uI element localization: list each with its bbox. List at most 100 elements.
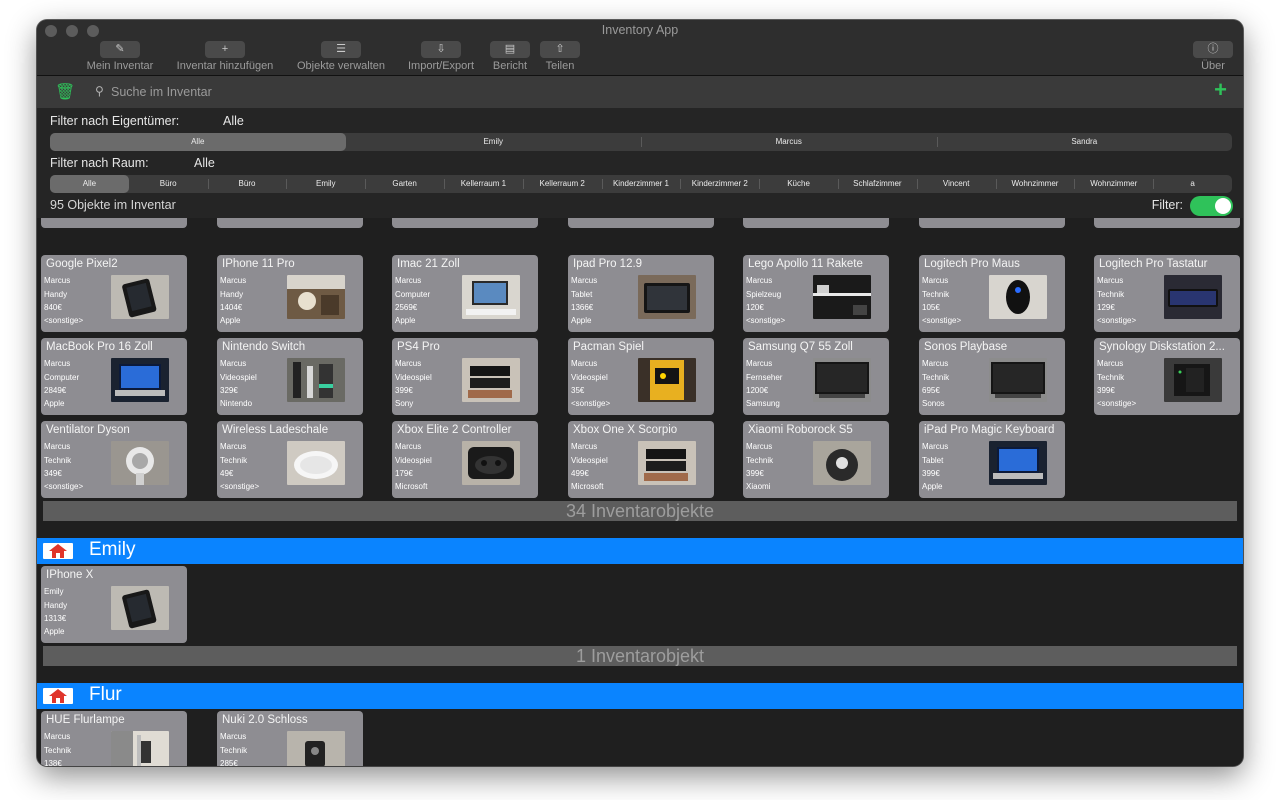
card-brand: Samsung bbox=[746, 399, 780, 408]
inventory-card[interactable]: HUE FlurlampeMarcusTechnik138€Philips HU… bbox=[41, 711, 187, 766]
card-category: Videospiel bbox=[395, 373, 432, 382]
room-segment[interactable]: Vincent bbox=[916, 175, 996, 193]
room-segmented-control: Alle Büro Büro Emily Garten Kellerraum 1 Kelle… bbox=[50, 175, 1232, 193]
card-owner: Marcus bbox=[44, 732, 71, 741]
add-item-button[interactable]: + bbox=[1214, 79, 1227, 101]
item-photo bbox=[111, 441, 169, 485]
card-category: Spielzeug bbox=[746, 290, 782, 299]
inventory-card[interactable]: Lego Apollo 11 Rakete Marcus Spielzeug 120€… bbox=[743, 255, 889, 332]
card-brand: Apple bbox=[395, 316, 416, 325]
inventory-card[interactable]: Sonos Playbase Marcus Technik 695€ Sonos bbox=[919, 338, 1065, 415]
room-segment[interactable]: Küche bbox=[759, 175, 838, 193]
room-segment[interactable]: Wohnzimmer bbox=[995, 175, 1075, 193]
inventory-card-partial[interactable] bbox=[1094, 218, 1240, 228]
card-price: 399€ bbox=[395, 386, 413, 395]
item-photo bbox=[287, 441, 345, 485]
inventory-card[interactable]: IPhone X Emily Handy 1313€ Apple bbox=[41, 566, 187, 643]
room-segment[interactable]: Kinderzimmer 2 bbox=[680, 175, 759, 193]
room-segment[interactable]: Kellerraum 2 bbox=[522, 175, 602, 193]
toolbar-button-about[interactable]: ⓘ Über bbox=[1183, 41, 1243, 73]
card-name: IPhone 11 Pro bbox=[222, 258, 295, 270]
owner-segment[interactable]: Marcus bbox=[641, 133, 937, 151]
inventory-card-partial[interactable] bbox=[217, 218, 363, 228]
group-summary: 34 Inventarobjekte bbox=[43, 501, 1237, 521]
card-owner: Marcus bbox=[44, 442, 71, 451]
inventory-card[interactable]: Synology Diskstation 2... Marcus Technik 39… bbox=[1094, 338, 1240, 415]
card-price: 35€ bbox=[571, 386, 585, 395]
inventory-card[interactable]: IPhone 11 Pro Marcus Handy 1404€ Apple bbox=[217, 255, 363, 332]
toolbar-label: Mein Inventar bbox=[86, 60, 154, 72]
item-photo bbox=[813, 358, 871, 402]
card-price: 1404€ bbox=[220, 303, 243, 312]
inventory-card[interactable]: Logitech Pro Tastatur Marcus Technik 129€ <s… bbox=[1094, 255, 1240, 332]
item-photo bbox=[813, 275, 871, 319]
card-owner: Marcus bbox=[922, 442, 949, 451]
card-price: 1200€ bbox=[746, 386, 769, 395]
filter-toggle-label: Filter: bbox=[1151, 198, 1183, 212]
card-owner: Marcus bbox=[220, 442, 247, 451]
card-price: 399€ bbox=[1097, 386, 1115, 395]
card-category: Videospiel bbox=[571, 373, 608, 382]
inventory-card-partial[interactable] bbox=[743, 218, 889, 228]
inventory-card[interactable]: Logitech Pro Maus Marcus Technik 105€ <sonst… bbox=[919, 255, 1065, 332]
room-segment[interactable]: Schlafzimmer bbox=[837, 175, 917, 193]
inventory-card[interactable]: PS4 Pro Marcus Videospiel 399€ Sony bbox=[392, 338, 538, 415]
room-segment[interactable]: Büro bbox=[207, 175, 287, 193]
toolbar-label: Teilen bbox=[545, 60, 575, 72]
trash-icon[interactable]: 🗑 bbox=[55, 82, 75, 102]
inventory-card[interactable]: MacBook Pro 16 Zoll Marcus Computer 2849€ Ap… bbox=[41, 338, 187, 415]
inventory-card[interactable]: Wireless Ladeschale Marcus Technik 49€ <sons… bbox=[217, 421, 363, 498]
owner-segment[interactable]: Sandra bbox=[936, 133, 1233, 151]
filter-toggle[interactable] bbox=[1190, 196, 1233, 216]
room-segment[interactable]: Kellerraum 1 bbox=[443, 175, 523, 193]
inventory-card[interactable]: Xbox Elite 2 Controller Marcus Videospiel 1… bbox=[392, 421, 538, 498]
search-input[interactable] bbox=[111, 82, 611, 102]
list-icon: ☰ bbox=[321, 41, 361, 58]
room-segment[interactable]: Büro bbox=[129, 175, 208, 193]
toolbar-button-edit[interactable]: ✎ Mein Inventar bbox=[60, 41, 180, 73]
toolbar-button-share[interactable]: ⇧ Teilen bbox=[500, 41, 620, 73]
card-category: Fernseher bbox=[746, 373, 783, 382]
owner-segment[interactable]: Alle bbox=[50, 133, 346, 151]
inventory-card[interactable]: Xiaomi Roborock S5 Marcus Technik 399€ Xiaom… bbox=[743, 421, 889, 498]
room-filter-label: Filter nach Raum: bbox=[50, 156, 149, 170]
room-segment[interactable]: Alle bbox=[50, 175, 129, 193]
inventory-card-partial[interactable] bbox=[919, 218, 1065, 228]
inventory-card[interactable]: Xbox One X Scorpio Marcus Videospiel 499€ Mi… bbox=[568, 421, 714, 498]
room-segment[interactable]: Garten bbox=[365, 175, 444, 193]
room-segment[interactable]: Kinderzimmer 1 bbox=[601, 175, 681, 193]
card-category: Computer bbox=[44, 373, 80, 382]
inventory-card-partial[interactable] bbox=[41, 218, 187, 228]
inventory-card[interactable]: Ipad Pro 12.9 Marcus Tablet 1366€ Apple bbox=[568, 255, 714, 332]
card-category: Computer bbox=[395, 290, 431, 299]
inventory-card[interactable]: Imac 21 Zoll Marcus Computer 2569€ Apple bbox=[392, 255, 538, 332]
inventory-card-partial[interactable] bbox=[392, 218, 538, 228]
card-category: Technik bbox=[44, 746, 72, 755]
inventory-card[interactable]: Google Pixel2 Marcus Handy 840€ <sonstige> bbox=[41, 255, 187, 332]
card-category: Handy bbox=[220, 290, 244, 299]
inventory-card-partial[interactable] bbox=[568, 218, 714, 228]
room-segment[interactable]: Wohnzimmer bbox=[1074, 175, 1153, 193]
room-segment[interactable]: Emily bbox=[286, 175, 365, 193]
inventory-card[interactable]: Nuki 2.0 SchlossMarcusTechnik285€<sonsti… bbox=[217, 711, 363, 766]
card-brand: Microsoft bbox=[571, 482, 604, 491]
window-title: Inventory App bbox=[601, 23, 679, 37]
card-category: Technik bbox=[922, 290, 950, 299]
toolbar-button-plus[interactable]: + Inventar hinzufügen bbox=[165, 41, 285, 73]
inventory-card[interactable]: Pacman Spiel Marcus Videospiel 35€ <sonstige… bbox=[568, 338, 714, 415]
inventory-card[interactable]: Ventilator Dyson Marcus Technik 349€ <sonsti… bbox=[41, 421, 187, 498]
card-name: Wireless Ladeschale bbox=[222, 424, 329, 436]
card-price: 840€ bbox=[44, 303, 62, 312]
card-brand: <sonstige> bbox=[1097, 399, 1137, 408]
inventory-card[interactable]: iPad Pro Magic Keyboard Marcus Tablet 399€ A… bbox=[919, 421, 1065, 498]
inventory-card[interactable]: Samsung Q7 55 Zoll Marcus Fernseher 1200€ Sa… bbox=[743, 338, 889, 415]
card-brand: Xiaomi bbox=[746, 482, 771, 491]
plus-icon: + bbox=[205, 41, 245, 58]
room-segment[interactable]: a bbox=[1153, 175, 1232, 193]
card-name: Imac 21 Zoll bbox=[397, 258, 460, 270]
owner-segment[interactable]: Emily bbox=[346, 133, 642, 151]
house-icon bbox=[43, 688, 73, 704]
inventory-card[interactable]: Nintendo Switch Marcus Videospiel 329€ Ninte… bbox=[217, 338, 363, 415]
card-category: Videospiel bbox=[395, 456, 432, 465]
card-brand: <sonstige> bbox=[44, 316, 84, 325]
